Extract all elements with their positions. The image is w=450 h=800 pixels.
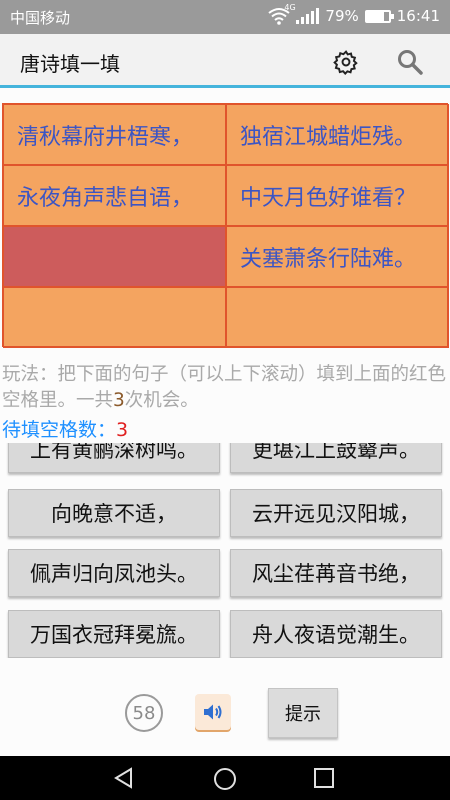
remaining-count: 3 [116,419,129,441]
hint-button[interactable]: 提示 [268,688,338,738]
instructions-prefix: 玩法：把下面的句子（可以上下滚动）填到上面的红色空格里。一共 [2,364,447,411]
search-icon[interactable] [396,48,424,76]
empty-blank-cell[interactable] [3,287,226,348]
candidate-button[interactable]: 上有黄鹂深树鸣。 [8,443,220,473]
speaker-icon [204,704,222,720]
poem-grid: 清秋幕府井梧寒， 独宿江城蜡炬残。 永夜角声悲自语， 中天月色好谁看？ 关塞萧条… [2,103,449,348]
system-nav-bar [0,756,450,800]
candidate-button[interactable]: 万国衣冠拜冕旒。 [8,610,220,658]
remaining-blanks: 待填空格数：3 [2,415,128,442]
candidate-button[interactable]: 云开远见汉阳城， [230,489,442,537]
candidate-button[interactable]: 佩声归向凤池头。 [8,549,220,597]
poem-cell: 永夜角声悲自语， [3,165,226,226]
action-bar: 唐诗填一填 [0,34,450,88]
poem-cell: 中天月色好谁看？ [226,165,449,226]
chances-count: 3 [113,390,125,411]
candidate-button[interactable]: 更堪江上鼓鼙声。 [230,443,442,473]
carrier-label: 中国移动 [10,9,71,27]
back-icon[interactable] [112,766,136,790]
candidate-list[interactable]: 上有黄鹂深树鸣。 更堪江上鼓鼙声。 向晚意不适， 云开远见汉阳城， 佩声归向凤池… [0,443,450,658]
network-type-label: 4G [284,3,296,12]
target-blank-cell[interactable] [3,226,226,287]
page-title: 唐诗填一填 [20,52,120,76]
empty-blank-cell[interactable] [226,287,449,348]
remaining-label: 待填空格数： [2,419,117,441]
poem-cell: 独宿江城蜡炬残。 [226,104,449,165]
clock: 16:41 [396,7,440,25]
status-icons: 4G 79% 16:41 [268,3,440,25]
battery-percent: 79% [325,7,359,25]
candidate-button[interactable]: 风尘荏苒音书绝， [230,549,442,597]
signal-icon: 4G [284,3,320,24]
status-bar: 中国移动 4G 79% 16:41 [0,0,450,34]
sound-button[interactable] [195,694,231,730]
candidate-button[interactable]: 向晚意不适， [8,489,220,537]
poem-cell: 关塞萧条行陆难。 [226,226,449,287]
instructions-text: 玩法：把下面的句子（可以上下滚动）填到上面的红色空格里。一共3次机会。 [2,362,448,414]
poem-cell: 清秋幕府井梧寒， [3,104,226,165]
candidate-button[interactable]: 舟人夜语觉潮生。 [230,610,442,658]
gear-icon[interactable] [333,49,359,75]
instructions-suffix: 次机会。 [124,390,199,411]
battery-icon [364,9,394,23]
home-icon[interactable] [212,766,238,792]
countdown-timer: 58 [125,694,163,732]
recent-apps-icon[interactable] [313,767,335,789]
